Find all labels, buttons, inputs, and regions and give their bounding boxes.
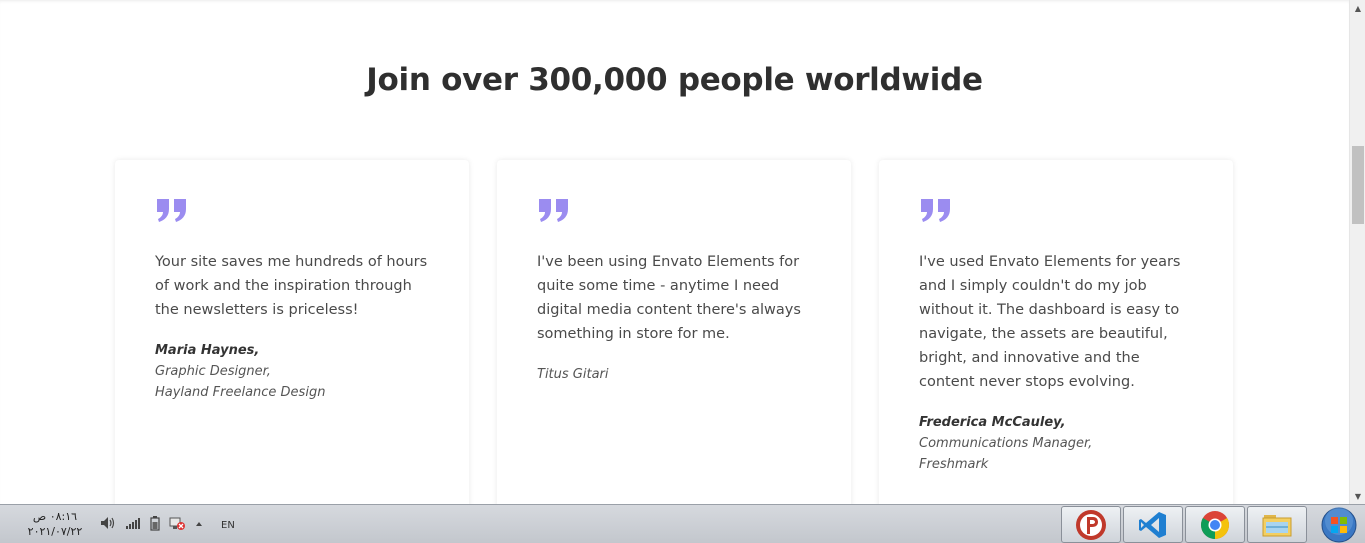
author-company: Freshmark (919, 457, 989, 472)
author-name: Frederica McCauley, (919, 415, 1066, 430)
vscode-icon (1139, 511, 1166, 538)
clock-time: ٠٨:١٦ ص (32, 510, 78, 523)
author-role: Communications Manager, (919, 436, 1093, 451)
quote-icon (539, 199, 568, 222)
network-icon[interactable] (169, 516, 185, 535)
windows-taskbar: ٠٨:١٦ ص ٢٠٢١/٠٧/٢٢ EN (0, 504, 1365, 543)
testimonial-author: Maria Haynes, Graphic Designer, Hayland … (155, 340, 429, 403)
chrome-app-button[interactable] (1185, 506, 1245, 543)
section-headline: Join over 300,000 people worldwide (366, 62, 983, 98)
testimonial-card: I've used Envato Elements for years and … (879, 160, 1233, 504)
language-indicator[interactable]: EN (221, 520, 235, 531)
scroll-down-arrow-icon[interactable]: ▼ (1350, 488, 1365, 504)
psiphon-app-button[interactable] (1061, 506, 1121, 543)
testimonial-quote: I've used Envato Elements for years and … (919, 254, 1181, 390)
signal-icon[interactable] (125, 516, 141, 534)
scroll-up-arrow-icon[interactable]: ▲ (1350, 0, 1365, 16)
quote-icon (921, 199, 950, 222)
system-tray: EN (100, 515, 235, 535)
web-page: Join over 300,000 people worldwide Your … (0, 0, 1349, 504)
testimonial-card: I've been using Envato Elements for quit… (497, 160, 851, 504)
vscode-app-button[interactable] (1123, 506, 1183, 543)
quote-icon (157, 199, 186, 222)
clock-date: ٢٠٢١/٠٧/٢٢ (27, 525, 83, 538)
file-explorer-icon (1262, 514, 1292, 536)
scroll-thumb[interactable] (1352, 146, 1364, 224)
chrome-icon (1201, 510, 1229, 539)
file-explorer-app-button[interactable] (1247, 506, 1307, 543)
testimonial-card: Your site saves me hundreds of hours of … (115, 160, 469, 504)
author-company: Hayland Freelance Design (155, 385, 326, 400)
battery-icon[interactable] (150, 515, 160, 535)
author-role: Titus Gitari (537, 367, 609, 382)
taskbar-clock[interactable]: ٠٨:١٦ ص ٢٠٢١/٠٧/٢٢ (18, 509, 92, 539)
testimonial-author: Frederica McCauley, Communications Manag… (919, 412, 1193, 475)
show-hidden-icon[interactable] (194, 518, 204, 533)
psiphon-icon (1076, 509, 1106, 540)
start-button[interactable] (1312, 505, 1365, 543)
speaker-icon[interactable] (100, 516, 116, 534)
windows-logo-icon (1321, 506, 1356, 542)
author-name: Maria Haynes, (155, 343, 260, 358)
testimonial-quote: Your site saves me hundreds of hours of … (155, 254, 428, 318)
author-role: Graphic Designer, (155, 364, 271, 379)
vertical-scrollbar[interactable]: ▲ ▼ (1349, 0, 1365, 504)
testimonial-author: Titus Gitari (537, 364, 811, 385)
testimonial-quote: I've been using Envato Elements for quit… (537, 254, 801, 342)
